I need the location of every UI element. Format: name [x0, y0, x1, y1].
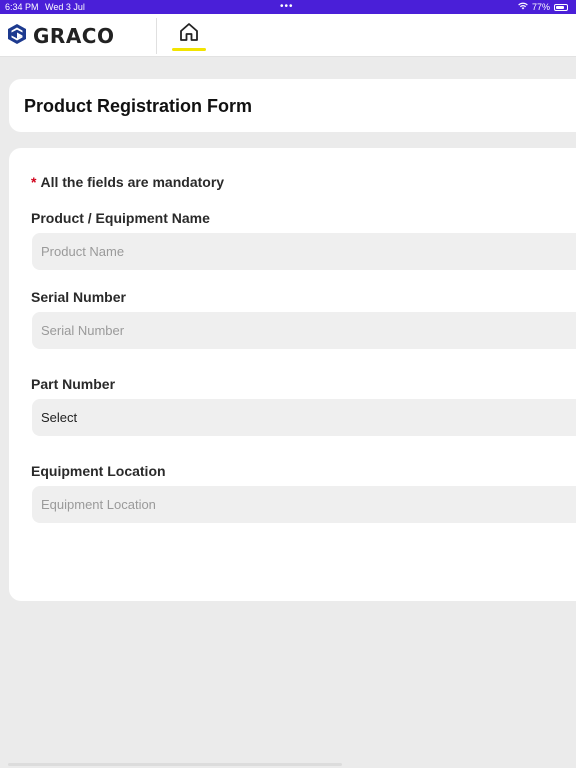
wifi-icon — [518, 0, 528, 14]
header-divider — [156, 18, 157, 54]
graco-logo: GRACO — [6, 23, 115, 50]
home-indicator — [8, 763, 342, 766]
graco-logo-icon — [6, 23, 28, 50]
status-date: Wed 3 Jul — [45, 2, 85, 12]
top-navigation-bar: GRACO — [0, 14, 576, 57]
page-title: Product Registration Form — [24, 96, 253, 116]
equipment-location-label: Equipment Location — [31, 463, 166, 479]
product-name-input[interactable] — [32, 233, 576, 270]
active-tab-indicator — [172, 48, 206, 51]
serial-number-label: Serial Number — [31, 289, 126, 305]
tab-home[interactable] — [172, 14, 206, 56]
part-number-label: Part Number — [31, 376, 116, 392]
status-time: 6:34 PM — [5, 2, 39, 12]
part-number-selected-value: Select — [41, 410, 78, 425]
battery-level — [556, 5, 564, 9]
title-card: Product Registration Form — [9, 79, 576, 132]
required-asterisk: * — [31, 174, 37, 190]
equipment-location-input[interactable] — [32, 486, 576, 523]
battery-percent: 77% — [531, 2, 550, 12]
mandatory-note: * All the fields are mandatory — [31, 174, 224, 190]
graco-logo-text: GRACO — [33, 24, 115, 48]
part-number-select[interactable]: Select — [32, 399, 576, 436]
battery-icon — [554, 3, 568, 11]
registration-form: * All the fields are mandatory Product / … — [9, 148, 576, 601]
status-indicators: 77% — [518, 0, 568, 14]
multitasking-dots[interactable]: ••• — [280, 0, 294, 14]
status-bar: 6:34 PM Wed 3 Jul ••• 77% — [0, 0, 576, 14]
mandatory-note-text: All the fields are mandatory — [40, 174, 225, 190]
product-name-label: Product / Equipment Name — [31, 210, 210, 226]
serial-number-input[interactable] — [32, 312, 576, 349]
